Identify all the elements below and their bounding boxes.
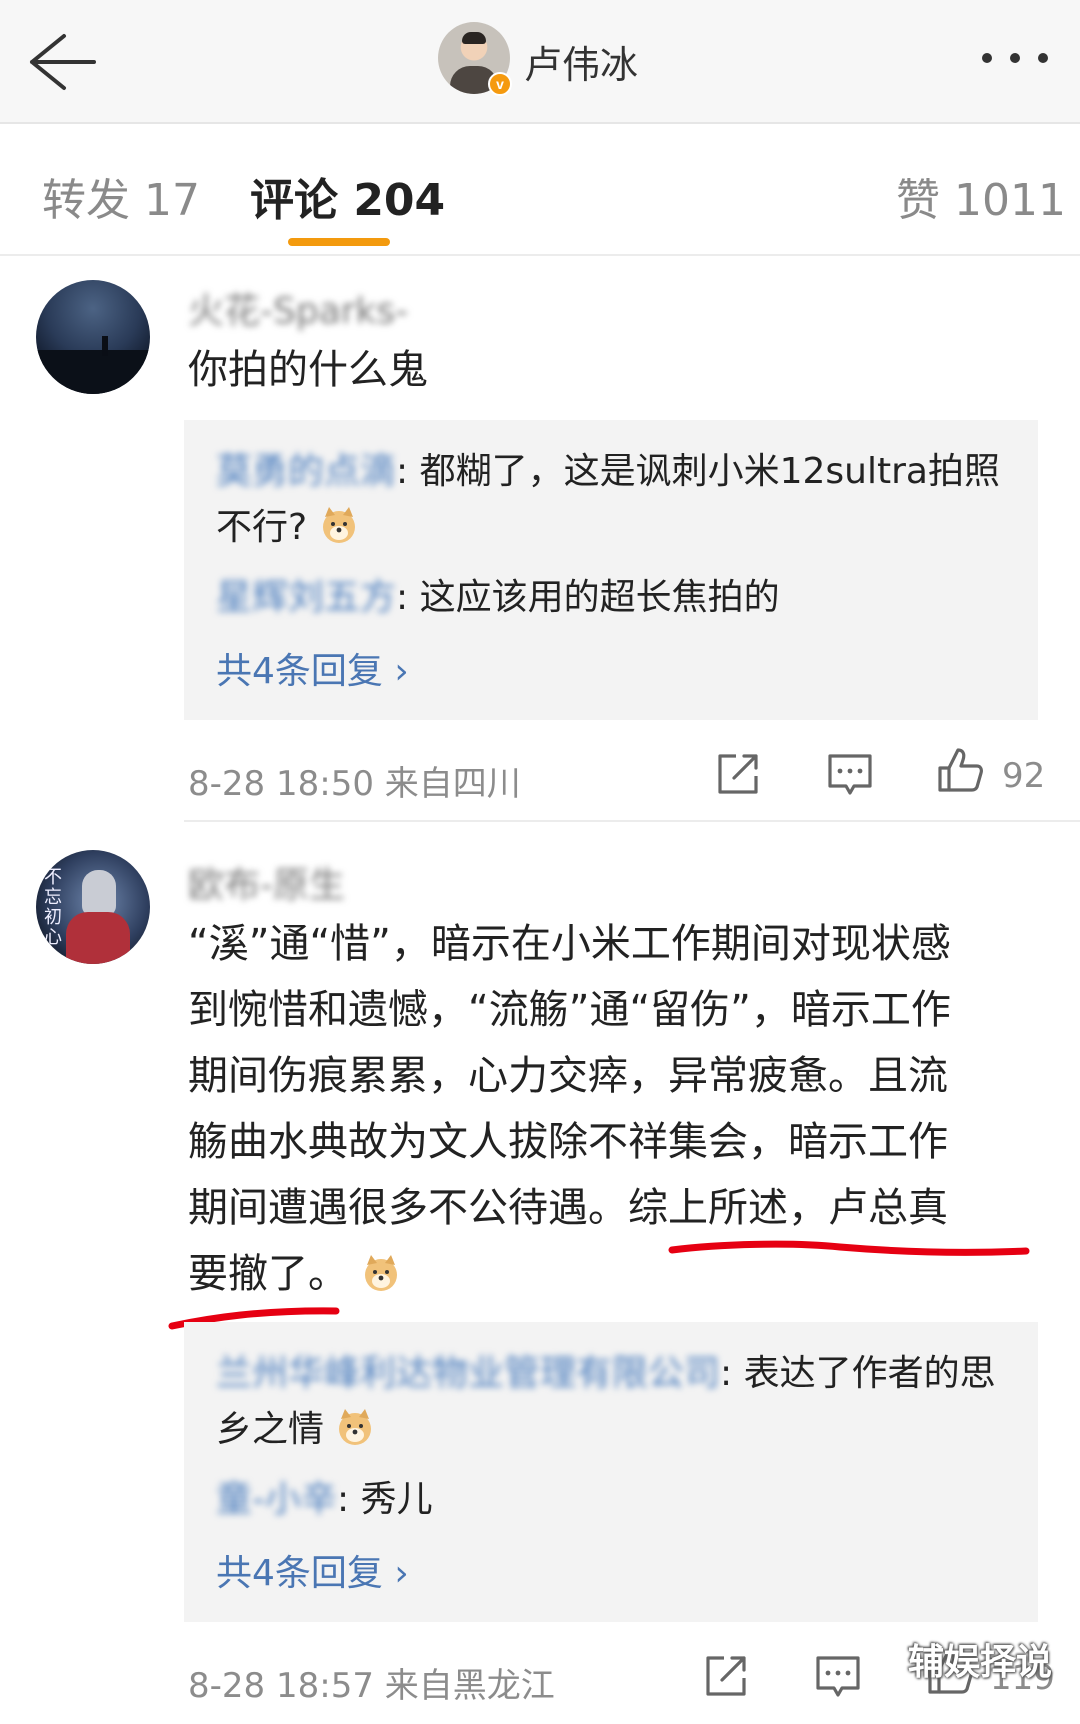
watermark: 辅娱择说 xyxy=(908,1642,1053,1683)
view-all-replies-link[interactable]: 共4条回复 › xyxy=(216,1544,409,1596)
reply-text: : 秀儿 xyxy=(337,1479,433,1520)
reply-username[interactable]: 兰州华峰利达物业管理有限公司 xyxy=(216,1353,720,1394)
reply-item: 兰州华峰利达物业管理有限公司: 表达了作者的思乡之情 xyxy=(216,1346,1006,1458)
comment-icon[interactable] xyxy=(812,1650,864,1702)
share-icon[interactable] xyxy=(700,1650,752,1702)
reply-username[interactable]: 童-小辛 xyxy=(216,1479,337,1520)
reply-preview-box[interactable]: 兰州华峰利达物业管理有限公司: 表达了作者的思乡之情 童-小辛: 秀儿 共4条回… xyxy=(184,1322,1038,1622)
reply-item: 童-小辛: 秀儿 xyxy=(216,1472,1006,1528)
doge-emoji-icon xyxy=(335,1407,375,1447)
comment-time-location: 8-28 18:57 来自黑龙江 xyxy=(188,1666,555,1706)
